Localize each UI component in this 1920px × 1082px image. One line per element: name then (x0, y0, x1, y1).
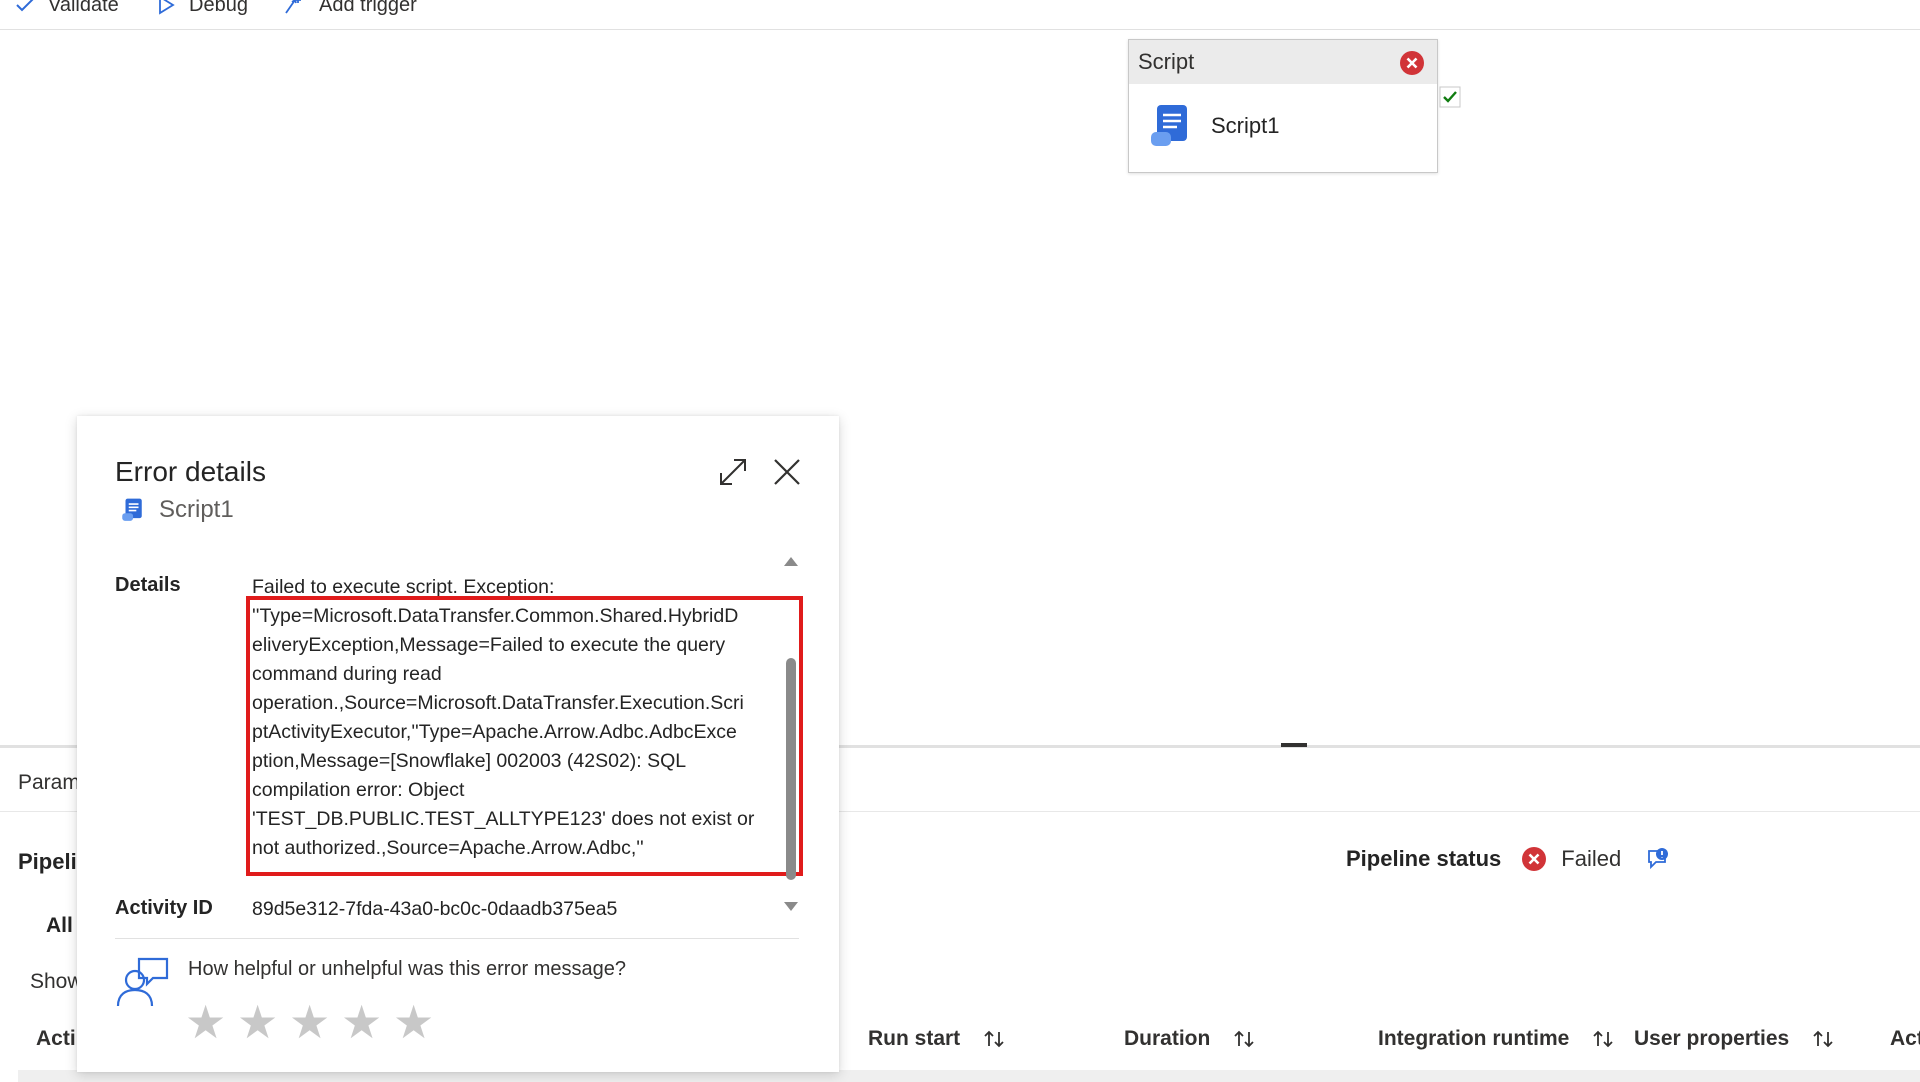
toolbar: Validate Debug Add trigger (0, 0, 1920, 30)
close-icon[interactable] (771, 456, 803, 488)
dialog-activity: Script1 (119, 496, 234, 524)
rating-stars: ★ ★ ★ ★ ★ (185, 994, 445, 1050)
success-check-icon[interactable] (1439, 86, 1461, 108)
column-label: User properties (1634, 1027, 1790, 1050)
pipeline-run-title: Pipeli (18, 849, 77, 874)
script-icon (122, 498, 142, 521)
add-trigger-button[interactable]: Add trigger (283, 0, 417, 20)
rating-star-5[interactable]: ★ (393, 994, 445, 1050)
debug-label: Debug (189, 0, 248, 16)
column-header-actions[interactable]: Act (1890, 1027, 1920, 1051)
error-circle-icon (1522, 847, 1547, 871)
dialog-title: Error details (115, 456, 266, 487)
activity-id-value: 89d5e312-7fda-43a0-bc0c-0daadb375ea5 (252, 898, 618, 920)
dialog-divider (115, 938, 799, 939)
rating-star-4[interactable]: ★ (341, 994, 393, 1050)
pipeline-editor: Validate Debug Add trigger Script Script… (0, 0, 1920, 1082)
pipeline-status: Pipeline status Failed (1346, 846, 1671, 872)
trigger-icon (285, 0, 301, 14)
column-label: Act (1890, 1027, 1920, 1050)
column-header-duration[interactable]: Duration (1124, 1027, 1256, 1051)
sort-icon[interactable] (1591, 1028, 1615, 1050)
debug-button[interactable]: Debug (155, 0, 248, 20)
pipeline-status-label: Pipeline status (1346, 846, 1502, 871)
error-circle-icon[interactable] (1399, 50, 1425, 76)
validate-label: Validate (48, 0, 119, 16)
column-label: Integration runtime (1378, 1027, 1570, 1050)
feedback-bubble-icon[interactable] (1645, 847, 1671, 871)
column-label: Run start (868, 1027, 961, 1050)
feedback-question: How helpful or unhelpful was this error … (188, 958, 626, 980)
filter-all[interactable]: All (46, 914, 73, 938)
rating-star-2[interactable]: ★ (237, 994, 289, 1050)
error-message-text: Failed to execute script. Exception: ''T… (252, 576, 755, 859)
activity-id-label: Activity ID (115, 897, 213, 919)
column-header-activity[interactable]: Acti (36, 1027, 76, 1051)
add-trigger-label: Add trigger (319, 0, 417, 16)
column-header-run-start[interactable]: Run start (868, 1027, 1006, 1051)
show-filter-label: Show (30, 970, 83, 993)
sort-icon[interactable] (1232, 1028, 1256, 1050)
resize-handle[interactable] (1281, 743, 1307, 747)
column-label: Duration (1124, 1027, 1211, 1050)
scroll-down-arrow-icon[interactable] (782, 900, 800, 914)
tab-parameters[interactable]: Param (18, 771, 80, 795)
script-activity-node[interactable]: Script Script1 (1128, 39, 1438, 173)
script-icon (1151, 105, 1187, 146)
play-icon (159, 0, 175, 15)
column-header-integration-runtime[interactable]: Integration runtime (1378, 1027, 1615, 1051)
feedback-person-icon (116, 957, 169, 1007)
activity-type-label: Script (1138, 49, 1195, 74)
scrollbar-thumb[interactable] (786, 658, 796, 880)
rating-star-3[interactable]: ★ (289, 994, 341, 1050)
dialog-activity-name: Script1 (159, 496, 234, 523)
activity-node-header: Script (1129, 40, 1437, 84)
scroll-up-arrow-icon[interactable] (782, 554, 800, 568)
activity-node-body: Script1 (1129, 84, 1437, 150)
validate-button[interactable]: Validate (14, 0, 119, 20)
error-details-dialog: Error details Script1 Details Failed to … (77, 416, 839, 1072)
activity-name: Script1 (1211, 113, 1280, 138)
column-header-user-properties[interactable]: User properties (1634, 1027, 1835, 1051)
rating-star-1[interactable]: ★ (185, 994, 237, 1050)
details-label: Details (115, 574, 181, 596)
sort-icon[interactable] (1811, 1028, 1835, 1050)
check-icon (16, 0, 34, 12)
sort-icon[interactable] (982, 1028, 1006, 1050)
expand-icon[interactable] (717, 456, 749, 488)
column-label: Acti (36, 1027, 76, 1050)
pipeline-status-value: Failed (1561, 846, 1622, 871)
